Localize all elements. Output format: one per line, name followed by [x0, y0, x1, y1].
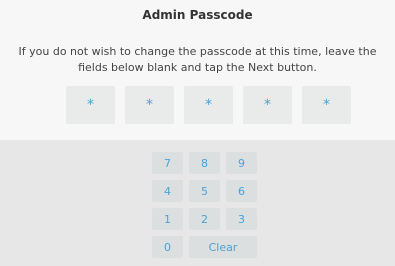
- key-3[interactable]: 3: [226, 208, 257, 230]
- passcode-digit-5[interactable]: *: [302, 86, 351, 124]
- instruction-text: If you do not wish to change the passcod…: [18, 45, 377, 74]
- key-7[interactable]: 7: [152, 152, 183, 174]
- key-6[interactable]: 6: [226, 180, 257, 202]
- key-2[interactable]: 2: [189, 208, 220, 230]
- passcode-digit-4[interactable]: *: [243, 86, 292, 124]
- key-5[interactable]: 5: [189, 180, 220, 202]
- clear-button[interactable]: Clear: [189, 236, 257, 258]
- passcode-digit-1[interactable]: *: [66, 86, 115, 124]
- key-0[interactable]: 0: [152, 236, 183, 258]
- key-8[interactable]: 8: [189, 152, 220, 174]
- passcode-fields: * * * * *: [66, 86, 351, 124]
- page-title: Admin Passcode: [142, 8, 253, 22]
- key-9[interactable]: 9: [226, 152, 257, 174]
- numeric-keypad: 7 8 9 4 5 6 1 2 3 0 Clear: [152, 152, 260, 258]
- passcode-digit-3[interactable]: *: [184, 86, 233, 124]
- passcode-panel: Admin Passcode If you do not wish to cha…: [0, 0, 395, 140]
- key-4[interactable]: 4: [152, 180, 183, 202]
- key-1[interactable]: 1: [152, 208, 183, 230]
- passcode-digit-2[interactable]: *: [125, 86, 174, 124]
